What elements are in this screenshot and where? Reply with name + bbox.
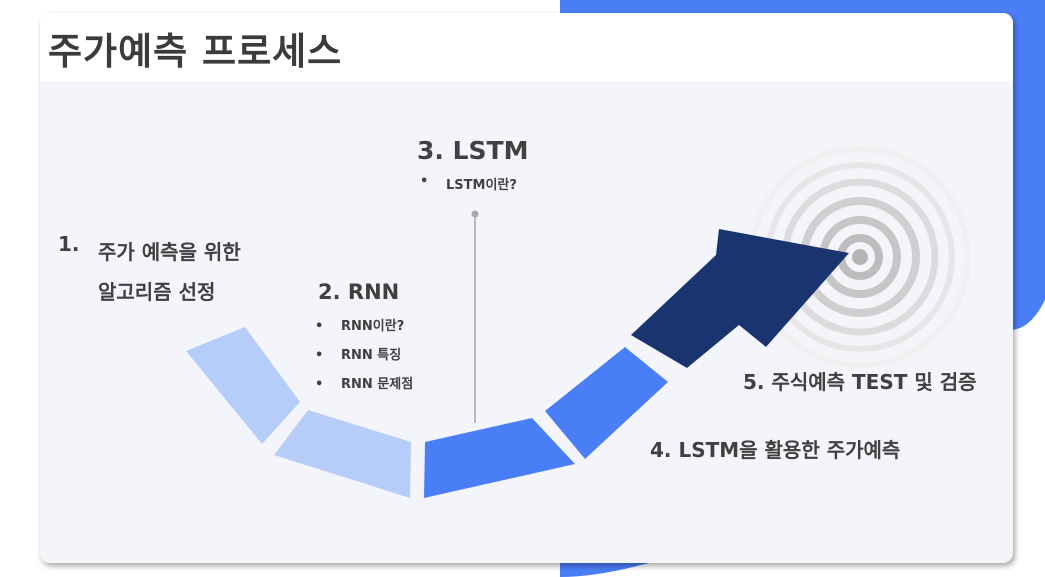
step-4: 4. LSTM을 활용한 주가예측 (650, 434, 900, 463)
arrow-segment-3 (424, 418, 575, 498)
step-1-line-1: 주가 예측을 위한 (98, 240, 241, 264)
step-3-bullets: LSTM이란? (420, 174, 528, 193)
list-item: RNN 특징 (315, 341, 413, 370)
list-item: RNN 문제점 (315, 370, 413, 399)
step-1: 1. 주가 예측을 위한 알고리즘 선정 (58, 232, 241, 312)
step-2-title: 2. RNN (318, 280, 400, 304)
step-4-title: 4. LSTM을 활용한 주가예측 (650, 438, 901, 462)
step3-connector (471, 210, 479, 423)
step-5-title: 5. 주식예측 TEST 및 검증 (743, 370, 977, 394)
step-5: 5. 주식예측 TEST 및 검증 (743, 366, 977, 395)
step-1-line-2: 알고리즘 선정 (98, 280, 216, 304)
step-3-title: 3. LSTM (417, 136, 529, 165)
step-2-bullets: RNN이란? RNN 특징 RNN 문제점 (315, 312, 413, 399)
step-3: 3. LSTM LSTM이란? (417, 136, 528, 193)
arrow-segment-1 (186, 327, 300, 444)
arrow-head (631, 229, 849, 368)
list-item: RNN이란? (315, 312, 413, 341)
step-1-number: 1. (58, 232, 80, 256)
step-2: 2. RNN RNN이란? RNN 특징 RNN 문제점 (315, 280, 413, 399)
list-item: LSTM이란? (420, 174, 528, 193)
arrow-segment-2 (274, 410, 411, 498)
